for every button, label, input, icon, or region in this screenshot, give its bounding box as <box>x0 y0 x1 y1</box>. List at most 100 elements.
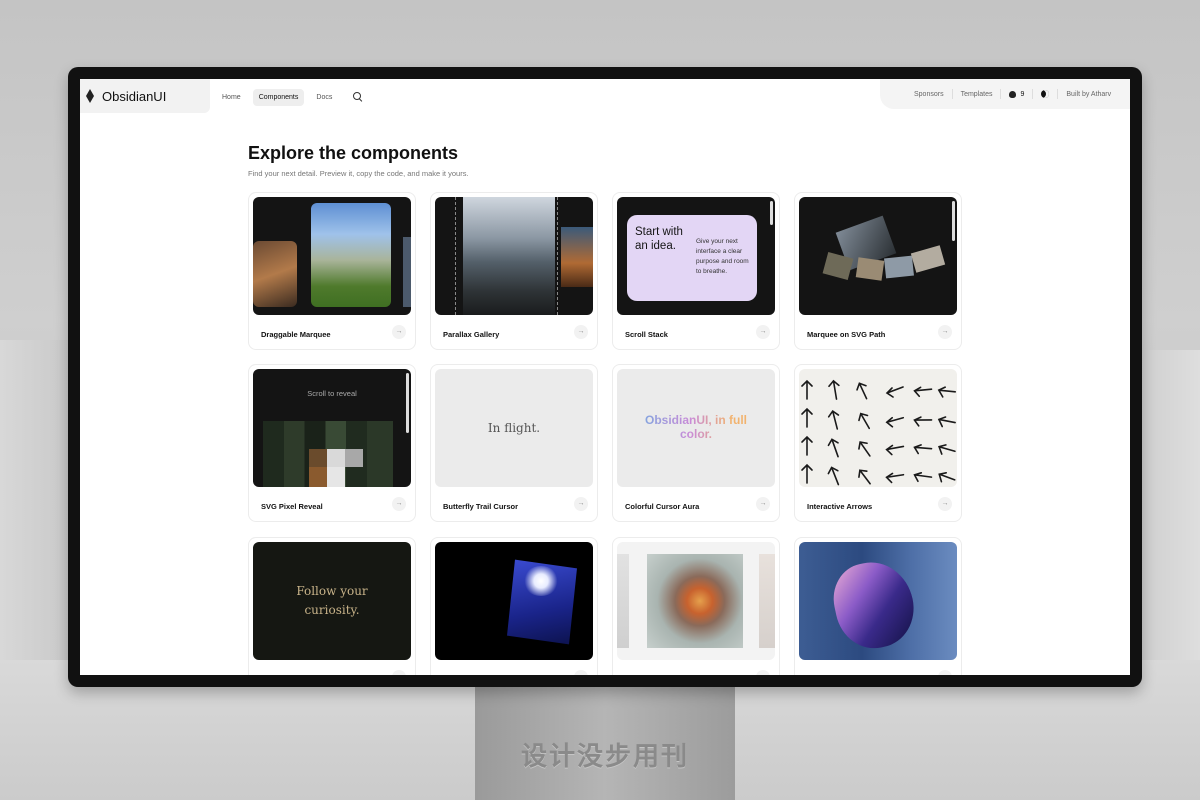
github-stars-button[interactable]: 9 <box>1009 90 1025 98</box>
component-card[interactable]: Scroll to reveal SVG Pixel Reveal → <box>248 364 416 522</box>
divider <box>951 89 953 99</box>
preview-spotlight <box>435 542 593 660</box>
spotlight-glow <box>523 566 559 596</box>
component-card[interactable]: Interactive Arrows → <box>794 364 962 522</box>
arrow-right-icon[interactable]: → <box>756 325 770 339</box>
arrow-right-icon[interactable]: → <box>392 670 406 675</box>
stack-card: Start with an idea. Give your next inter… <box>627 215 757 301</box>
distorted-shape <box>826 554 922 656</box>
component-card[interactable]: Parallax Gallery → <box>430 192 598 350</box>
card-title: Interactive Arrows <box>807 502 873 511</box>
preview-svg-pixel-reveal: Scroll to reveal <box>253 369 411 487</box>
monitor-stand: 设计没步用刊 <box>475 686 735 800</box>
marquee-image <box>311 203 391 307</box>
path-image <box>884 255 914 279</box>
pixel <box>345 449 363 467</box>
templates-link[interactable]: Templates <box>961 91 993 98</box>
card-title: SVG Pixel Reveal <box>261 502 323 511</box>
sponsors-link[interactable]: Sponsors <box>914 91 944 98</box>
preview-scroll-stack: Start with an idea. Give your next inter… <box>617 197 775 315</box>
gallery-image <box>759 554 775 648</box>
main-nav: Home Components Docs <box>216 85 364 109</box>
marquee-image <box>403 237 411 307</box>
preview-flower-gallery <box>617 542 775 660</box>
arrow-right-icon[interactable]: → <box>392 497 406 511</box>
scrollbar[interactable] <box>952 201 955 241</box>
nav-home[interactable]: Home <box>216 89 247 106</box>
nav-components[interactable]: Components <box>252 88 305 106</box>
logo[interactable]: ObsidianUI <box>80 79 210 113</box>
arrow-right-icon[interactable]: → <box>756 497 770 511</box>
pixel <box>327 467 345 487</box>
card-title: Scroll Stack <box>625 330 668 339</box>
stack-body: Give your next interface a clear purpose… <box>695 238 749 275</box>
arrow-right-icon[interactable]: → <box>938 670 952 675</box>
divider <box>455 197 456 315</box>
pixel <box>327 449 345 467</box>
flower-image <box>647 554 743 648</box>
preview-distortion <box>799 542 957 660</box>
browser-screen: ObsidianUI Home Components Docs Sponsors… <box>80 79 1130 675</box>
arrow-right-icon[interactable]: → <box>574 670 588 675</box>
marquee-image <box>253 241 297 307</box>
divider <box>557 197 558 315</box>
preview-follow-curiosity: Follow your curiosity. <box>253 542 411 660</box>
component-card[interactable]: → <box>794 537 962 675</box>
aura-text: ObsidianUI, in full color. <box>637 413 755 441</box>
arrow-right-icon[interactable]: → <box>756 670 770 675</box>
preview-interactive-arrows <box>799 369 957 487</box>
pixel <box>309 467 327 487</box>
path-image <box>910 245 946 273</box>
card-title: Parallax Gallery <box>443 330 500 339</box>
divider <box>1032 89 1034 99</box>
preview-colorful-aura: ObsidianUI, in full color. <box>617 369 775 487</box>
preview-parallax-gallery <box>435 197 593 315</box>
arrow-right-icon[interactable]: → <box>938 325 952 339</box>
divider <box>1057 89 1059 99</box>
card-title: Marquee on SVG Path <box>807 330 886 339</box>
arrow-right-icon[interactable]: → <box>574 497 588 511</box>
scrollbar[interactable] <box>770 201 773 225</box>
scrollbar[interactable] <box>406 373 409 433</box>
component-card[interactable]: → <box>430 537 598 675</box>
card-title: Butterfly Trail Cursor <box>443 502 519 511</box>
preview-marquee-svg-path <box>799 197 957 315</box>
stand-watermark: 设计没步用刊 <box>520 742 689 772</box>
component-card[interactable]: Start with an idea. Give your next inter… <box>612 192 780 350</box>
header-actions: Sponsors Templates 9 Built by Atharv <box>880 79 1130 109</box>
arrow-right-icon[interactable]: → <box>392 325 406 339</box>
component-card[interactable]: Draggable Marquee → <box>248 192 416 350</box>
preview-butterfly-trail: In flight. <box>435 369 593 487</box>
pixel <box>309 449 327 467</box>
reveal-text: Scroll to reveal <box>307 389 357 398</box>
component-card[interactable]: In flight. Butterfly Trail Cursor → <box>430 364 598 522</box>
card-title: Colorful Cursor Aura <box>625 502 700 511</box>
arrows-grid-icon <box>801 379 957 486</box>
gallery-image <box>561 227 593 287</box>
app-name: ObsidianUI <box>102 88 167 104</box>
component-card[interactable]: Marquee on SVG Path → <box>794 192 962 350</box>
nav-docs[interactable]: Docs <box>310 89 338 106</box>
monitor: ObsidianUI Home Components Docs Sponsors… <box>68 67 1142 687</box>
page-title: Explore the components <box>248 143 459 163</box>
arrow-right-icon[interactable]: → <box>574 325 588 339</box>
stack-heading: Start with an idea. <box>635 226 683 252</box>
obsidian-logo-icon <box>86 89 94 103</box>
butterfly-text: In flight. <box>487 421 541 435</box>
theme-toggle-icon[interactable] <box>1041 90 1050 98</box>
built-by-link[interactable]: Built by Atharv <box>1066 91 1111 98</box>
gallery-image <box>617 554 629 648</box>
search-icon[interactable] <box>352 91 364 103</box>
component-card[interactable]: ObsidianUI, in full color. Colorful Curs… <box>612 364 780 522</box>
page-subtitle: Find your next detail. Preview it, copy … <box>248 169 469 178</box>
follow-text: Follow your curiosity. <box>296 584 368 617</box>
preview-draggable-marquee <box>253 197 411 315</box>
component-card[interactable]: → <box>612 537 780 675</box>
path-image <box>855 257 885 281</box>
arrow-right-icon[interactable]: → <box>938 497 952 511</box>
star-count: 9 <box>1020 90 1025 98</box>
github-icon <box>1009 90 1017 98</box>
component-card[interactable]: Follow your curiosity. → <box>248 537 416 675</box>
divider <box>1000 89 1002 99</box>
card-title: Draggable Marquee <box>261 330 331 339</box>
